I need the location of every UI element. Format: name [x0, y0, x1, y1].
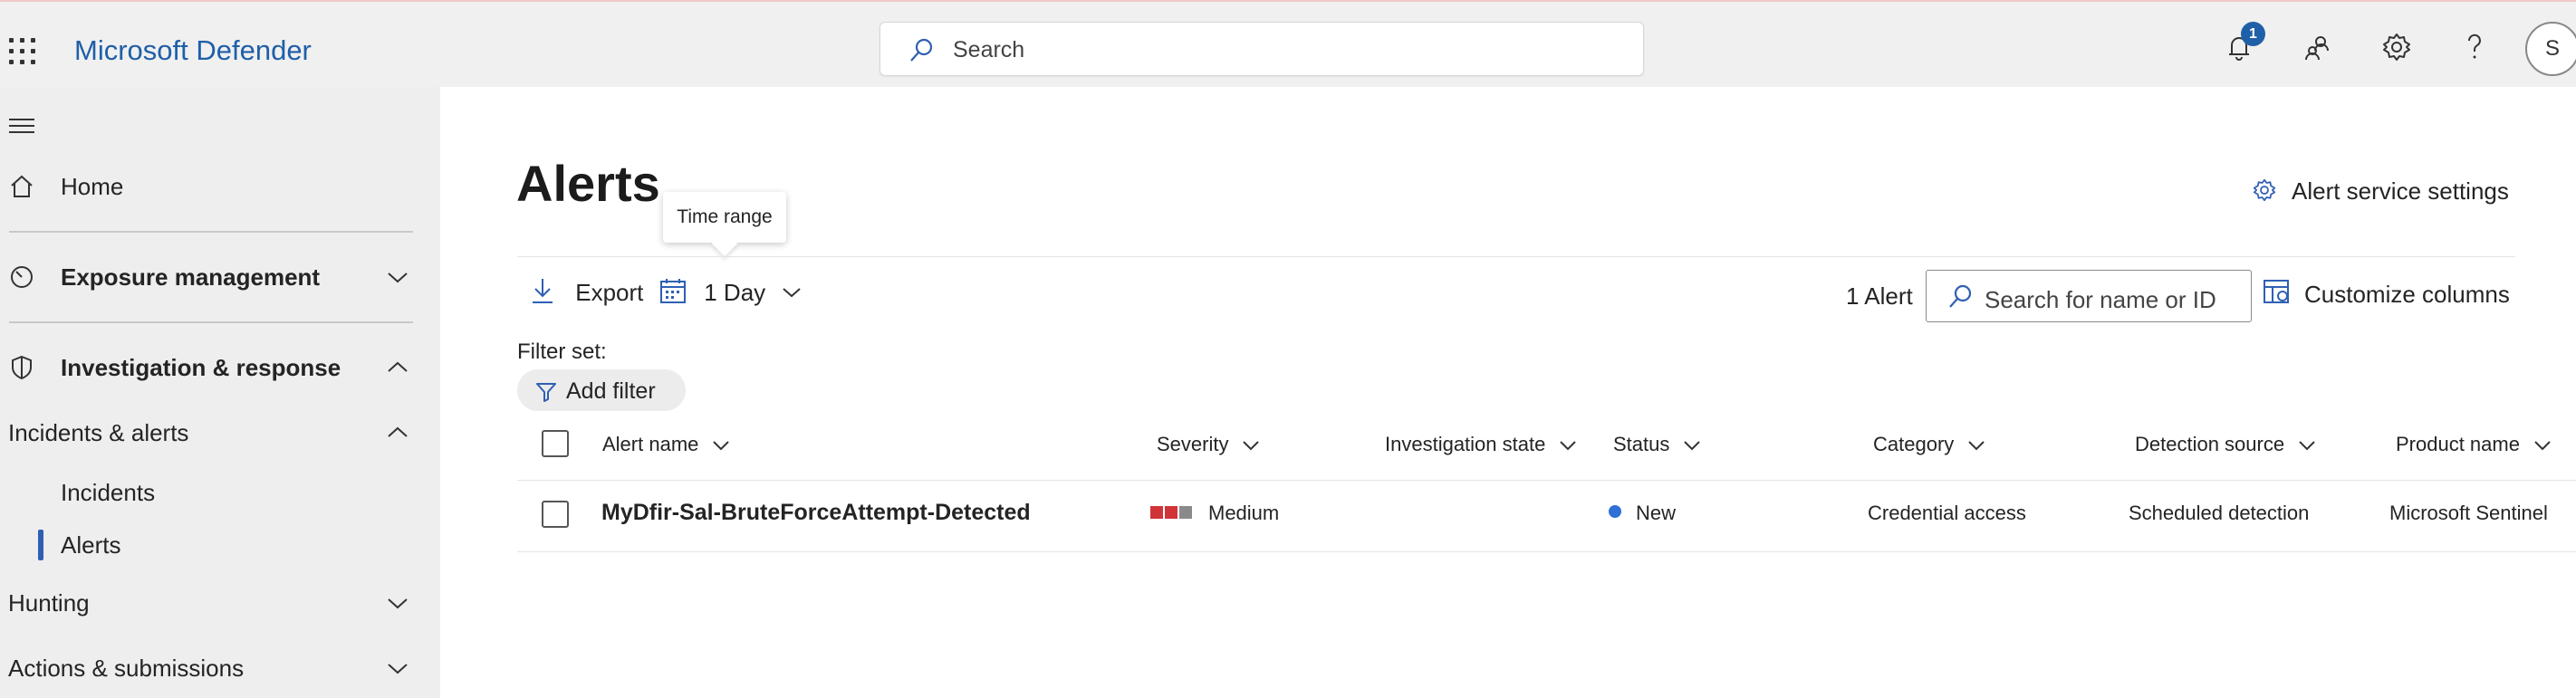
- table-row-divider: [517, 551, 2576, 552]
- column-header-severity[interactable]: Severity: [1157, 433, 1261, 456]
- column-header-label: Investigation state: [1385, 433, 1546, 455]
- sidebar-item-label: Hunting: [8, 589, 90, 617]
- column-header-label: Detection source: [2135, 433, 2285, 455]
- status-value: New: [1636, 502, 1677, 524]
- column-header-product-name[interactable]: Product name: [2396, 433, 2552, 456]
- column-header-investigation-state[interactable]: Investigation state: [1385, 433, 1578, 456]
- sidebar-item-label: Alerts: [61, 531, 121, 559]
- add-filter-label: Add filter: [566, 378, 656, 404]
- alert-count: 1 Alert: [1846, 282, 1913, 310]
- customize-columns-button[interactable]: Customize columns: [2263, 279, 2510, 312]
- filter-set-label: Filter set:: [517, 339, 607, 364]
- top-bar: Microsoft Defender Search 1 S: [0, 0, 2576, 87]
- sidebar-item-hunting[interactable]: Hunting: [0, 581, 440, 625]
- detection-source-value: Scheduled detection: [2129, 502, 2310, 524]
- chevron-down-icon: [388, 664, 408, 674]
- customize-columns-label: Customize columns: [2304, 281, 2510, 308]
- sidebar-item-incidents[interactable]: Incidents: [0, 471, 440, 514]
- sidebar-item-home[interactable]: Home: [0, 165, 440, 208]
- filter-icon: [536, 383, 556, 402]
- shield-icon: [12, 355, 32, 380]
- column-header-detection-source[interactable]: Detection source: [2135, 433, 2317, 456]
- help-icon[interactable]: [2456, 29, 2493, 65]
- settings-gear-icon: [2253, 178, 2276, 202]
- alert-search-input[interactable]: Search for name or ID: [1926, 270, 2252, 322]
- notification-badge: 1: [2241, 22, 2265, 46]
- category-value: Credential access: [1868, 502, 2026, 524]
- add-filter-button[interactable]: Add filter: [517, 369, 686, 411]
- status-dot: [1609, 505, 1621, 518]
- sidebar-item-label: Home: [61, 173, 124, 200]
- home-icon: [11, 175, 33, 197]
- user-avatar[interactable]: S: [2525, 22, 2576, 76]
- sidebar-divider: [9, 231, 413, 233]
- table-header-divider: [517, 480, 2576, 481]
- sidebar-item-label: Investigation & response: [61, 354, 341, 381]
- sidebar-item-label: Incidents & alerts: [8, 419, 189, 446]
- select-all-checkbox[interactable]: [542, 430, 569, 457]
- chevron-down-icon: [783, 288, 802, 298]
- active-indicator: [38, 530, 43, 560]
- product-name-value: Microsoft Sentinel: [2389, 502, 2548, 524]
- sidebar-item-label: Incidents: [61, 479, 156, 506]
- column-header-category[interactable]: Category: [1873, 433, 1986, 456]
- app-title[interactable]: Microsoft Defender: [74, 34, 312, 67]
- chevron-down-icon: [713, 441, 730, 451]
- settings-gear-icon[interactable]: [2379, 29, 2415, 65]
- column-header-alert-name[interactable]: Alert name: [602, 433, 731, 456]
- export-label: Export: [575, 279, 644, 306]
- time-range-value: 1 Day: [704, 279, 766, 306]
- sidebar-item-actions-submissions[interactable]: Actions & submissions: [0, 646, 440, 690]
- sidebar-item-investigation-response[interactable]: Investigation & response: [0, 346, 440, 389]
- column-header-label: Severity: [1157, 433, 1229, 455]
- sidebar-divider: [9, 321, 413, 323]
- sidebar-item-exposure-management[interactable]: Exposure management: [0, 255, 440, 299]
- column-header-label: Alert name: [602, 433, 699, 455]
- alert-name-link[interactable]: MyDfir-Sal-BruteForceAttempt-Detected: [601, 500, 1031, 526]
- search-icon: [910, 38, 933, 62]
- chevron-down-icon: [388, 598, 408, 609]
- chevron-down-icon: [2534, 441, 2551, 451]
- sidebar-item-label: Actions & submissions: [8, 655, 245, 682]
- global-search-input[interactable]: Search: [879, 22, 1644, 76]
- sidebar: Home Exposure management Investigation &…: [0, 87, 440, 698]
- columns-settings-icon: [2264, 280, 2289, 303]
- page-title: Alerts: [516, 155, 660, 212]
- search-placeholder: Search: [953, 37, 1025, 62]
- download-icon: [533, 279, 553, 303]
- community-icon[interactable]: [2301, 29, 2337, 65]
- collapse-navigation-icon[interactable]: [9, 116, 36, 138]
- column-header-label: Status: [1613, 433, 1670, 455]
- calendar-icon: [660, 279, 686, 303]
- severity-indicator: [1150, 506, 1194, 523]
- chevron-up-icon: [388, 361, 408, 372]
- search-icon: [1949, 284, 1972, 308]
- alert-service-settings-label: Alert service settings: [2292, 177, 2509, 205]
- chevron-down-icon: [1968, 441, 1985, 451]
- exposure-gauge-icon: [11, 266, 33, 288]
- column-header-label: Category: [1873, 433, 1955, 455]
- sidebar-item-alerts[interactable]: Alerts: [0, 523, 440, 567]
- column-header-label: Product name: [2396, 433, 2520, 455]
- alert-search-placeholder: Search for name or ID: [1985, 286, 2216, 313]
- severity-value: Medium: [1208, 502, 1280, 524]
- export-button[interactable]: Export: [531, 277, 643, 307]
- chevron-up-icon: [388, 426, 408, 437]
- time-range-tooltip: Time range: [663, 192, 786, 243]
- time-range-dropdown[interactable]: 1 Day: [659, 277, 803, 307]
- chevron-down-icon: [2299, 441, 2315, 451]
- chevron-down-icon: [388, 273, 408, 283]
- column-header-status[interactable]: Status: [1613, 433, 1702, 456]
- chevron-down-icon: [1560, 441, 1577, 451]
- header-divider: [517, 256, 2515, 257]
- chevron-down-icon: [1684, 441, 1701, 451]
- sidebar-item-label: Exposure management: [61, 263, 321, 291]
- chevron-down-icon: [1243, 441, 1260, 451]
- row-checkbox[interactable]: [542, 501, 569, 528]
- app-launcher-icon[interactable]: [9, 38, 36, 65]
- sidebar-item-incidents-alerts[interactable]: Incidents & alerts: [0, 411, 440, 454]
